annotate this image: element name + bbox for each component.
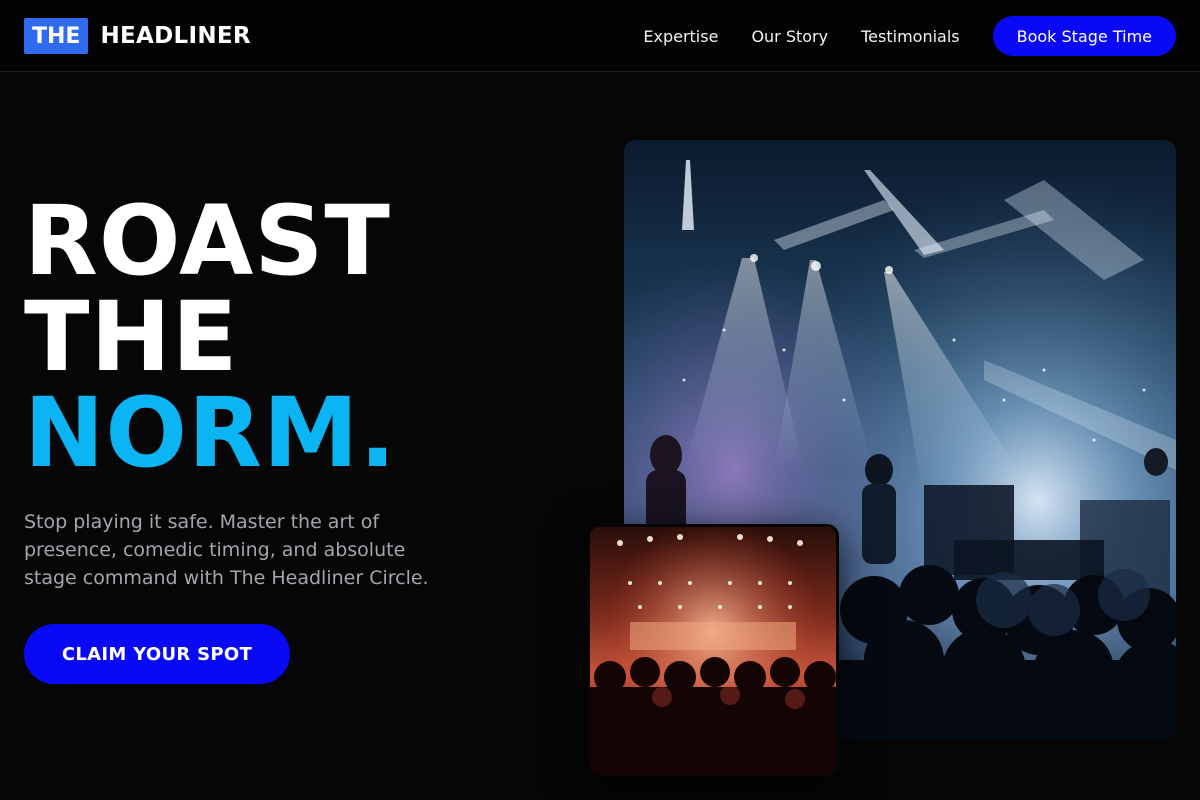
logo[interactable]: THE HEADLINER bbox=[24, 18, 251, 54]
top-nav: THE HEADLINER Expertise Our Story Testim… bbox=[0, 0, 1200, 72]
book-stage-time-button[interactable]: Book Stage Time bbox=[992, 16, 1176, 56]
hero-image-secondary bbox=[587, 524, 839, 778]
headline-line-3: NORM. bbox=[24, 377, 397, 489]
red-stage-crowd-image bbox=[590, 527, 836, 775]
nav-link-testimonials[interactable]: Testimonials bbox=[861, 27, 960, 46]
nav-link-expertise[interactable]: Expertise bbox=[643, 27, 718, 46]
claim-your-spot-button[interactable]: CLAIM YOUR SPOT bbox=[24, 624, 290, 684]
headline-line-1: ROAST bbox=[24, 185, 391, 297]
headline-line-2: THE bbox=[24, 281, 239, 393]
hero-headline: ROAST THE NORM. bbox=[24, 193, 397, 481]
logo-badge: THE bbox=[24, 18, 89, 54]
hero-subtitle: Stop playing it safe. Master the art of … bbox=[24, 511, 429, 589]
nav-links: Expertise Our Story Testimonials Book St… bbox=[643, 16, 1176, 56]
logo-text: HEADLINER bbox=[100, 23, 251, 49]
nav-link-our-story[interactable]: Our Story bbox=[751, 27, 828, 46]
